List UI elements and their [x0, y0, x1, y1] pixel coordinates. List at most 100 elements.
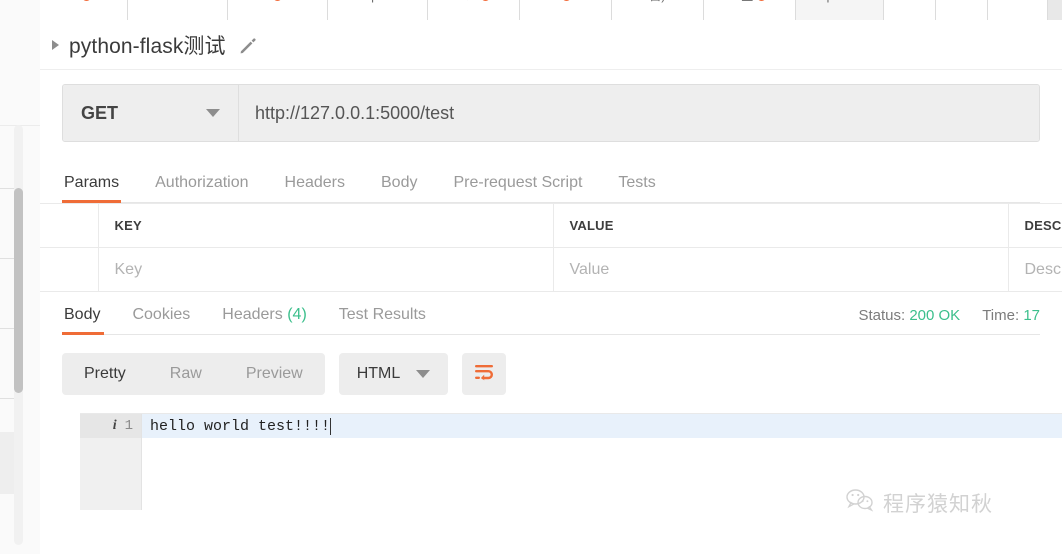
tab-params[interactable]: Params: [62, 174, 137, 203]
tab-authorization[interactable]: Authorization: [137, 174, 266, 202]
column-header-checkbox: [40, 203, 99, 248]
sidebar: [0, 0, 41, 554]
response-tab-test-results[interactable]: Test Results: [323, 306, 442, 334]
close-icon[interactable]: ✕: [837, 0, 847, 4]
view-mode-raw[interactable]: Raw: [148, 353, 224, 395]
tab-title-label: reda: [165, 0, 189, 4]
page-title: python-flask测试: [69, 34, 226, 58]
code-line[interactable]: hello world test!!!!: [142, 414, 1062, 438]
tab-headers[interactable]: Headers: [267, 174, 363, 202]
column-header-value: VALUE: [553, 203, 1009, 248]
status-badge: Status: 200 OK: [858, 307, 960, 324]
url-input[interactable]: http://127.0.0.1:5000/test: [239, 85, 1039, 141]
response-tab-headers[interactable]: Headers (4): [206, 306, 323, 334]
workspace-tab[interactable]: POST f: [228, 0, 328, 20]
tab-title-label: 自): [649, 0, 665, 4]
sidebar-divider: [0, 188, 14, 189]
tab-method-label: POST: [134, 0, 161, 4]
tab-title-label: sprin: [365, 0, 391, 4]
tab-title-label: f: [265, 0, 268, 4]
workspace-tab[interactable]: POST ノ: [428, 0, 520, 20]
sidebar-row[interactable]: [0, 40, 40, 86]
code-gutter: i 1: [80, 414, 142, 510]
tab-method-label: [CONF: [526, 0, 558, 4]
request-title-bar: python-flask测试: [40, 20, 1062, 70]
time-value: 17: [1023, 307, 1040, 324]
gutter-line: i 1: [80, 414, 141, 438]
plus-icon: +: [890, 0, 897, 4]
sidebar-divider: [0, 258, 14, 259]
unsaved-dot-icon: [757, 0, 767, 1]
description-input[interactable]: Desc: [1008, 247, 1062, 292]
response-format-label: HTML: [356, 365, 401, 382]
response-tab-headers-label: Headers: [222, 306, 283, 323]
sidebar-row[interactable]: [0, 85, 40, 126]
url-text: http://127.0.0.1:5000/test: [255, 102, 455, 123]
column-header-description: DESCR: [1008, 203, 1062, 248]
tab-method-label: POST: [618, 0, 645, 4]
response-meta: Status: 200 OK Time: 17: [858, 307, 1040, 334]
headers-count-badge: (4): [287, 306, 307, 323]
view-mode-preview[interactable]: Preview: [224, 353, 325, 395]
workspace-tab[interactable]: POST 主: [704, 0, 796, 20]
time-label: Time:: [982, 307, 1020, 324]
workspace-tab[interactable]: POST sprin: [328, 0, 428, 20]
word-wrap-button[interactable]: [462, 353, 507, 395]
unsaved-dot-icon: [561, 0, 571, 1]
view-mode-pretty[interactable]: Pretty: [62, 353, 148, 395]
unsaved-dot-icon: [481, 0, 491, 1]
tab-pre-request-script[interactable]: Pre-request Script: [435, 174, 600, 202]
status-label: Status:: [858, 307, 906, 324]
value-input[interactable]: Value: [553, 247, 1009, 292]
info-icon[interactable]: i: [113, 418, 117, 434]
workspace-tab[interactable]: [CONF: [40, 0, 128, 20]
http-method-select[interactable]: GET: [63, 85, 239, 141]
workspace-tab[interactable]: [CONF: [520, 0, 612, 20]
pencil-icon[interactable]: [238, 35, 258, 55]
tab-body[interactable]: Body: [363, 174, 435, 202]
column-header-key: KEY: [98, 203, 554, 248]
tab-method-label: POST: [334, 0, 361, 4]
postman-window: [CONF POST reda POST f POST sprin: [0, 0, 1062, 554]
response-tabs[interactable]: Body Cookies Headers (4) Test Results St…: [62, 292, 1040, 335]
tab-tests[interactable]: Tests: [600, 174, 673, 202]
response-format-select[interactable]: HTML: [338, 353, 449, 395]
workspace-tab[interactable]: [936, 0, 988, 20]
table-header-row: KEY VALUE DESCR: [40, 203, 1062, 248]
response-body-text: hello world test!!!!: [150, 417, 331, 435]
view-mode-switch[interactable]: Pretty Raw Preview: [62, 353, 325, 395]
caret-right-icon[interactable]: [52, 39, 59, 50]
workspace-tab[interactable]: POST 自): [612, 0, 704, 20]
line-number: 1: [124, 418, 133, 434]
request-tab-strip[interactable]: [CONF POST reda POST f POST sprin: [40, 0, 1062, 21]
tab-title-label: 主: [741, 0, 753, 4]
tab-title-label: p: [827, 0, 834, 4]
response-tab-body[interactable]: Body: [62, 306, 116, 335]
key-input[interactable]: Key: [98, 247, 554, 292]
workspace-tab[interactable]: [988, 0, 1048, 20]
chevron-down-icon[interactable]: [206, 109, 220, 117]
response-body-viewer[interactable]: i 1 hello world test!!!!: [80, 413, 1062, 510]
unsaved-dot-icon: [81, 0, 91, 1]
http-method-label: GET: [81, 102, 119, 123]
tab-method-label: POST: [710, 0, 737, 4]
workspace-tab[interactable]: POST reda: [128, 0, 228, 20]
table-row: Key Value Desc: [40, 247, 1062, 292]
response-body-toolbar: Pretty Raw Preview HTML: [62, 353, 1040, 395]
request-tabs[interactable]: Params Authorization Headers Body Pre-re…: [62, 164, 1040, 203]
url-bar: GET http://127.0.0.1:5000/test: [62, 84, 1040, 142]
sidebar-divider: [0, 398, 14, 399]
response-tab-cookies[interactable]: Cookies: [116, 306, 206, 334]
sidebar-row[interactable]: [0, 0, 40, 41]
chevron-down-icon[interactable]: [416, 370, 431, 378]
tab-method-label: GET: [802, 0, 823, 4]
params-table: KEY VALUE DESCR Key Value Desc: [40, 203, 1062, 292]
word-wrap-icon: [473, 362, 495, 387]
unsaved-dot-icon: [272, 0, 282, 1]
sidebar-scrollbar-thumb[interactable]: [14, 188, 23, 393]
new-tab-button[interactable]: +: [884, 0, 936, 20]
sidebar-divider: [0, 328, 14, 329]
workspace-tab-active[interactable]: GET p ✕: [796, 0, 884, 20]
time-badge: Time: 17: [982, 307, 1040, 324]
row-checkbox-cell[interactable]: [40, 247, 99, 292]
